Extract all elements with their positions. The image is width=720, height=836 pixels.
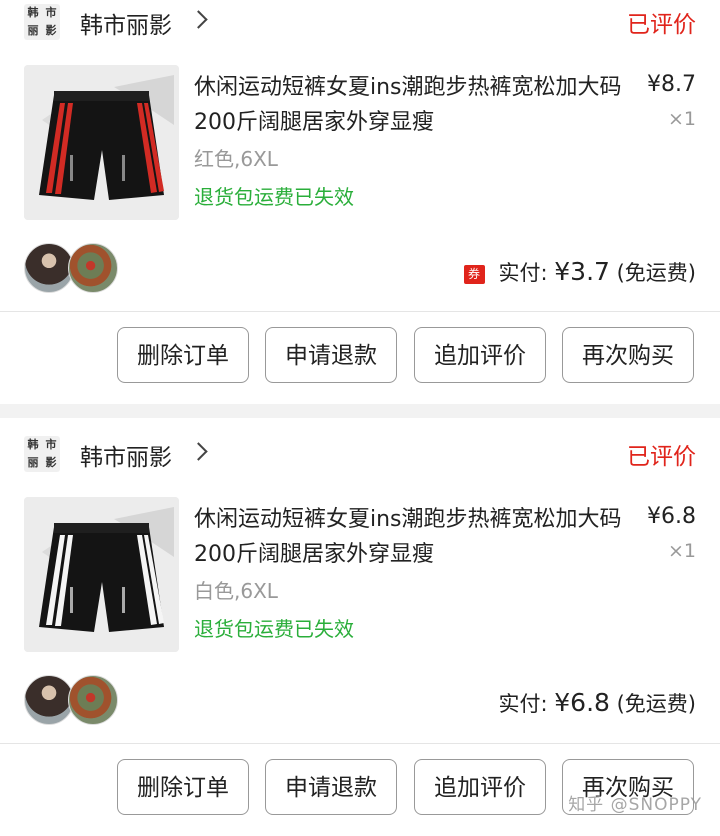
paid-amount: ¥3.7 xyxy=(554,257,610,286)
payment-summary: 实付: ¥6.8 (免运费) xyxy=(499,688,697,718)
shop-logo-char: 市 xyxy=(45,438,57,451)
paid-label: 实付: xyxy=(498,692,555,716)
watermark: 知乎 @SNOPPY xyxy=(568,795,702,815)
order-status: 已评价 xyxy=(627,444,696,470)
product-title[interactable]: 休闲运动短裤女夏ins潮跑步热裤宽松加大码200斤阔腿居家外穿显瘦 xyxy=(194,502,634,572)
shop-logo-char: 韩 xyxy=(27,6,39,19)
shop-name[interactable]: 韩市丽影 xyxy=(80,6,172,40)
shop-name[interactable]: 韩市丽影 xyxy=(80,438,172,472)
shop-logo: 韩 市 丽 影 xyxy=(24,4,60,40)
shop-header[interactable]: 韩 市 丽 影 韩市丽影 已评价 xyxy=(0,432,720,478)
product-sku: 白色,6XL xyxy=(194,579,278,603)
avatar xyxy=(68,675,118,725)
buy-again-button[interactable]: 再次购买 xyxy=(562,327,694,383)
add-review-button[interactable]: 追加评价 xyxy=(414,759,546,815)
shop-header[interactable]: 韩 市 丽 影 韩市丽影 已评价 xyxy=(0,0,720,46)
chevron-right-icon[interactable] xyxy=(189,10,208,29)
paid-label: 实付: xyxy=(498,261,555,285)
product-sku: 红色,6XL xyxy=(194,147,278,171)
divider xyxy=(0,311,720,312)
return-shipping-note: 退货包运费已失效 xyxy=(194,617,354,641)
order-card: 韩 市 丽 影 韩市丽影 已评价 休闲运动短裤女夏ins潮跑步热裤宽松加大码20… xyxy=(0,418,720,836)
chevron-right-icon[interactable] xyxy=(189,442,208,461)
product-price: ¥8.7 xyxy=(647,72,696,97)
coupon-icon: 券 xyxy=(463,265,485,284)
shop-logo-char: 市 xyxy=(45,6,57,19)
avatar xyxy=(24,675,74,725)
return-shipping-note: 退货包运费已失效 xyxy=(194,185,354,209)
order-status: 已评价 xyxy=(627,12,696,38)
shipping-note: (免运费) xyxy=(609,692,696,716)
avatar xyxy=(24,243,74,293)
avatar xyxy=(68,243,118,293)
delete-order-button[interactable]: 删除订单 xyxy=(117,327,249,383)
order-card: 韩 市 丽 影 韩市丽影 已评价 休闲运动短裤女夏ins潮跑步热裤宽松加大码20… xyxy=(0,0,720,404)
product-price: ¥6.8 xyxy=(647,504,696,529)
product-image[interactable] xyxy=(24,65,179,220)
paid-amount: ¥6.8 xyxy=(554,688,610,717)
product-quantity: ×1 xyxy=(667,108,696,130)
payment-summary: 券实付: ¥3.7 (免运费) xyxy=(463,257,696,287)
shop-logo-char: 韩 xyxy=(27,438,39,451)
request-refund-button[interactable]: 申请退款 xyxy=(265,759,397,815)
shop-logo-char: 影 xyxy=(45,456,57,469)
shop-logo-char: 影 xyxy=(45,24,57,37)
divider xyxy=(0,743,720,744)
delete-order-button[interactable]: 删除订单 xyxy=(117,759,249,815)
product-quantity: ×1 xyxy=(667,540,696,562)
request-refund-button[interactable]: 申请退款 xyxy=(265,327,397,383)
shipping-note: (免运费) xyxy=(609,261,696,285)
shop-logo-char: 丽 xyxy=(27,24,39,37)
product-title[interactable]: 休闲运动短裤女夏ins潮跑步热裤宽松加大码200斤阔腿居家外穿显瘦 xyxy=(194,70,634,140)
product-image[interactable] xyxy=(24,497,179,652)
shop-logo-char: 丽 xyxy=(27,456,39,469)
add-review-button[interactable]: 追加评价 xyxy=(414,327,546,383)
shop-logo: 韩 市 丽 影 xyxy=(24,436,60,472)
